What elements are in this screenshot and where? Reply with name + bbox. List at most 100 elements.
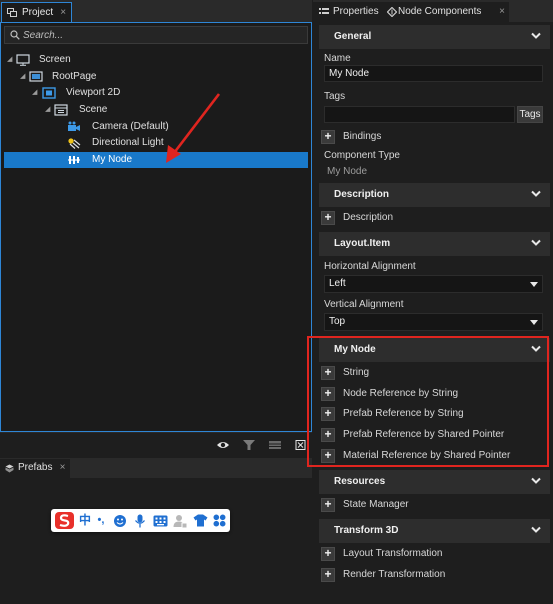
- plus-icon[interactable]: +: [321, 428, 335, 442]
- section-my-node-header[interactable]: My Node: [319, 338, 550, 362]
- add-item-label: Prefab Reference by Shared Pointer: [343, 429, 505, 440]
- expand-arrow-icon[interactable]: ◢: [45, 102, 50, 118]
- close-icon[interactable]: ×: [60, 459, 66, 477]
- skin-icon[interactable]: [191, 512, 209, 529]
- add-prefab-reference-by-shared-pointer-row[interactable]: + Prefab Reference by Shared Pointer: [319, 425, 550, 445]
- collapse-icon: [295, 440, 306, 450]
- keyboard-icon[interactable]: [151, 512, 169, 529]
- tree-item-camera[interactable]: Camera (Default): [1, 119, 311, 135]
- tree-item-viewport-2d[interactable]: ◢ Viewport 2D: [1, 85, 311, 101]
- plus-icon[interactable]: +: [321, 547, 335, 561]
- tags-field[interactable]: [324, 106, 515, 123]
- plus-icon[interactable]: +: [321, 130, 335, 144]
- add-string-row[interactable]: + String: [319, 363, 550, 383]
- plus-icon[interactable]: +: [321, 211, 335, 225]
- add-item-label: State Manager: [343, 499, 409, 510]
- close-icon[interactable]: ×: [499, 2, 505, 21]
- expand-arrow-icon[interactable]: ◢: [32, 85, 37, 101]
- add-item-label: Layout Transformation: [343, 548, 443, 559]
- chevron-down-icon[interactable]: [531, 345, 541, 353]
- search-box[interactable]: [4, 26, 308, 44]
- add-description-row[interactable]: + Description: [319, 208, 550, 228]
- section-general-header[interactable]: General: [319, 25, 550, 49]
- component-type-label: Component Type: [324, 150, 400, 161]
- section-layout-item-header[interactable]: Layout.Item: [319, 232, 550, 256]
- chevron-down-icon[interactable]: [531, 190, 541, 198]
- name-field[interactable]: [324, 65, 543, 82]
- section-resources-header[interactable]: Resources: [319, 470, 550, 494]
- tab-project[interactable]: Project ×: [1, 2, 73, 22]
- tab-project-label: Project: [22, 7, 54, 18]
- add-node-reference-by-string-row[interactable]: + Node Reference by String: [319, 384, 550, 404]
- add-prefab-reference-by-string-row[interactable]: + Prefab Reference by String: [319, 404, 550, 424]
- vertical-alignment-label: Vertical Alignment: [324, 299, 404, 310]
- tree-item-label: Scene: [79, 104, 108, 115]
- name-label: Name: [324, 53, 351, 64]
- search-icon: [10, 30, 20, 40]
- filter-button[interactable]: [239, 437, 261, 455]
- ime-logo-icon[interactable]: [54, 512, 75, 529]
- tree-item-directional-light[interactable]: Directional Light: [1, 135, 311, 151]
- tab-properties[interactable]: Properties: [313, 2, 385, 22]
- add-render-transformation-row[interactable]: + Render Transformation: [319, 565, 550, 585]
- collapse-all-button[interactable]: [291, 437, 313, 455]
- tree-item-rootpage[interactable]: ◢ RootPage: [1, 69, 311, 85]
- caret-down-icon[interactable]: [530, 282, 538, 287]
- plus-icon[interactable]: +: [321, 407, 335, 421]
- section-title: My Node: [334, 344, 376, 355]
- add-state-manager-row[interactable]: + State Manager: [319, 495, 550, 515]
- close-icon[interactable]: ×: [60, 3, 66, 22]
- dropdown-value: Left: [329, 278, 346, 289]
- chevron-down-icon[interactable]: [531, 32, 541, 40]
- plus-icon[interactable]: +: [321, 449, 335, 463]
- expand-arrow-icon[interactable]: ◢: [20, 69, 25, 85]
- add-bindings-label: Bindings: [343, 131, 382, 142]
- layers-icon: [7, 8, 17, 17]
- add-bindings-row[interactable]: + Bindings: [319, 127, 550, 147]
- grid-view-button[interactable]: [265, 437, 287, 455]
- user-account-icon[interactable]: [171, 512, 189, 529]
- chevron-down-icon[interactable]: [531, 477, 541, 485]
- section-title: Description: [334, 189, 390, 200]
- tree-item-scene[interactable]: ◢ Scene: [1, 102, 311, 118]
- properties-icon: [319, 8, 329, 14]
- tab-prefabs[interactable]: Prefabs ×: [0, 459, 71, 478]
- plus-icon[interactable]: +: [321, 387, 335, 401]
- camera-icon: [68, 121, 80, 131]
- expand-arrow-icon[interactable]: ◢: [7, 52, 12, 68]
- project-toolbar: [0, 432, 312, 458]
- tree-item-screen[interactable]: ◢ Screen: [1, 52, 311, 68]
- tags-button[interactable]: Tags: [517, 106, 543, 123]
- plus-icon[interactable]: +: [321, 498, 335, 512]
- visibility-toggle-button[interactable]: [213, 437, 235, 455]
- tree-item-label: Viewport 2D: [66, 87, 121, 98]
- add-material-reference-by-shared-pointer-row[interactable]: + Material Reference by Shared Pointer: [319, 446, 550, 466]
- emoji-icon[interactable]: [111, 512, 129, 529]
- plus-icon[interactable]: +: [321, 568, 335, 582]
- tab-node-components[interactable]: Node Components ×: [385, 2, 509, 22]
- chevron-down-icon[interactable]: [531, 526, 541, 534]
- tree-item-my-node[interactable]: My Node: [4, 152, 308, 168]
- tab-properties-label: Properties: [333, 6, 379, 17]
- tags-label: Tags: [324, 91, 346, 102]
- section-description-header[interactable]: Description: [319, 183, 550, 207]
- search-input[interactable]: [23, 28, 303, 42]
- tab-node-components-label: Node Components: [398, 6, 482, 17]
- chevron-down-icon[interactable]: [531, 239, 541, 247]
- horizontal-alignment-label: Horizontal Alignment: [324, 261, 416, 272]
- section-title: Resources: [334, 476, 386, 487]
- section-transform-3d-header[interactable]: Transform 3D: [319, 519, 550, 543]
- toolbox-icon[interactable]: [211, 512, 228, 529]
- caret-down-icon[interactable]: [530, 320, 538, 325]
- dropdown-value: Top: [329, 316, 346, 327]
- plus-icon[interactable]: +: [321, 366, 335, 380]
- filter-icon: [243, 440, 255, 450]
- microphone-icon[interactable]: [131, 512, 149, 529]
- ime-toolbar[interactable]: 中 •,: [51, 509, 230, 532]
- vertical-alignment-dropdown[interactable]: Top: [324, 313, 543, 331]
- ime-punctuation-toggle[interactable]: •,: [94, 512, 108, 529]
- horizontal-alignment-dropdown[interactable]: Left: [324, 275, 543, 293]
- add-layout-transformation-row[interactable]: + Layout Transformation: [319, 544, 550, 564]
- add-description-label: Description: [343, 212, 394, 223]
- ime-language-toggle[interactable]: 中: [77, 512, 93, 529]
